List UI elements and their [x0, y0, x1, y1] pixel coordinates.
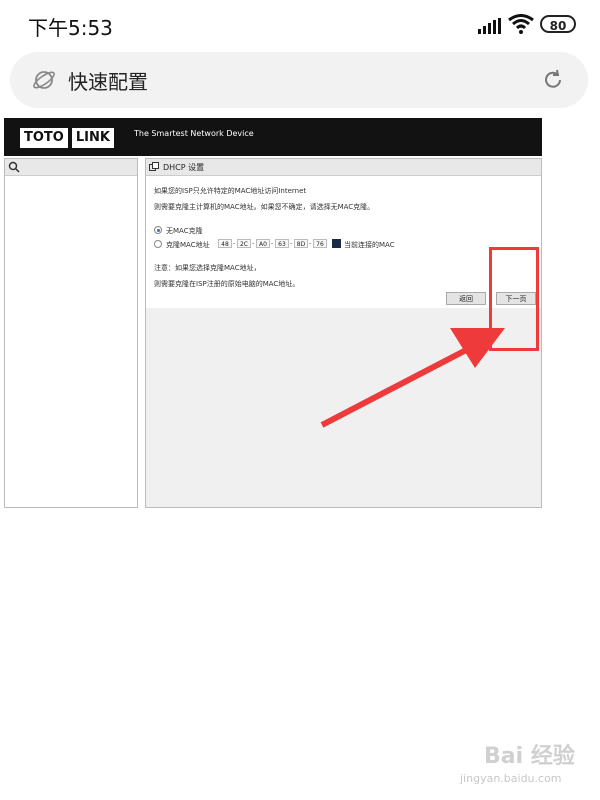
mac-separator: -: [252, 240, 255, 247]
signal-icon: [478, 18, 501, 34]
mac-field-5[interactable]: 8D: [294, 239, 308, 248]
mac-field-2[interactable]: 2C: [237, 239, 251, 248]
left-panel-header: [5, 159, 137, 176]
panel-title: DHCP 设置: [163, 163, 205, 172]
battery-indicator: 80: [540, 15, 576, 33]
slogan: The Smartest Network Device: [134, 129, 254, 138]
mac-separator: -: [309, 240, 312, 247]
note-line-2: 则需要克隆在ISP注册的原始电脑的MAC地址。: [154, 280, 300, 288]
mac-field-1[interactable]: 48: [218, 239, 232, 248]
watermark-brand: Bai 经验: [484, 744, 575, 769]
option-clone-label: 克隆MAC地址: [166, 241, 210, 249]
back-button[interactable]: 返回: [446, 292, 486, 305]
current-mac-checkbox[interactable]: [332, 239, 341, 248]
mac-separator: -: [290, 240, 293, 247]
totolink-logo: TOTO LINK: [20, 128, 114, 148]
logo-left: TOTO: [20, 128, 68, 148]
intro-line-1: 如果您的ISP只允许特定的MAC地址访问Internet: [154, 187, 307, 195]
left-nav-panel: [4, 158, 138, 508]
mac-field-3[interactable]: A0: [256, 239, 270, 248]
mac-field-4[interactable]: 63: [275, 239, 289, 248]
router-header: TOTO LINK The Smartest Network Device: [4, 118, 542, 156]
search-icon[interactable]: [8, 161, 20, 173]
mac-field-6[interactable]: 76: [313, 239, 327, 248]
status-time: 下午5:53: [28, 16, 113, 40]
watermark-url: jingyan.baidu.com: [460, 772, 562, 785]
mac-separator: -: [233, 240, 236, 247]
current-mac-label: 当前连接的MAC: [344, 241, 395, 249]
dhcp-panel-header: DHCP 设置: [146, 159, 541, 176]
window-icon: [149, 162, 159, 171]
option-no-clone-label: 无MAC克隆: [166, 227, 203, 235]
mac-separator: -: [271, 240, 274, 247]
refresh-icon[interactable]: [542, 69, 564, 91]
logo-right: LINK: [71, 128, 114, 148]
address-bar[interactable]: 快速配置: [10, 52, 588, 108]
baidu-watermark: Bai 经验 jingyan.baidu.com: [460, 738, 590, 794]
status-bar: 下午5:53 80: [0, 0, 600, 50]
page-title: 快速配置: [68, 70, 148, 94]
note-line-1: 注意：如果您选择克隆MAC地址，: [154, 264, 261, 272]
red-arrow-icon: [320, 328, 505, 428]
intro-line-2: 则需要克隆主计算机的MAC地址。如果您不确定，请选择无MAC克隆。: [154, 203, 375, 211]
radio-no-clone[interactable]: [154, 226, 162, 234]
wifi-icon: [508, 14, 534, 34]
globe-icon: [33, 71, 55, 89]
radio-clone[interactable]: [154, 240, 162, 248]
